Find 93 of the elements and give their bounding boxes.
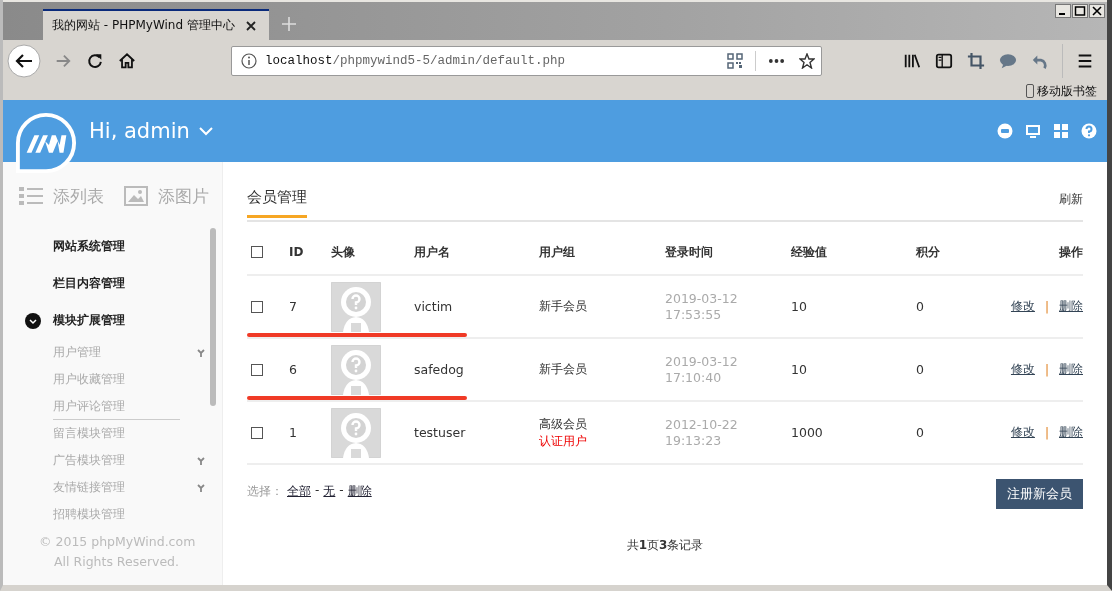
menu-item[interactable]: 栏目内容管理 (3, 265, 203, 302)
home-icon[interactable] (118, 52, 136, 70)
action-link[interactable]: 修改 (1010, 298, 1035, 315)
login-time: 2019-03-12 17:53:55 (665, 290, 739, 323)
pagination-text: 共1页3条记录 (625, 537, 705, 554)
caret-icon (197, 348, 205, 357)
selection-link[interactable]: 无 (323, 483, 336, 500)
reload-icon[interactable] (86, 52, 104, 70)
selection-link[interactable]: 全部 (287, 483, 311, 500)
table-cell-text: 1000 (791, 425, 824, 440)
caret-icon (197, 483, 205, 492)
panel-title: 会员管理 (247, 188, 307, 218)
table-cell-text: 6 (289, 362, 298, 377)
info-icon[interactable] (241, 53, 257, 69)
browser-tab[interactable]: 我的网站 - PHPMyWind 管理中心 (43, 9, 269, 40)
minimize-icon[interactable] (1055, 4, 1071, 18)
star-icon[interactable] (799, 53, 815, 69)
chevron-down-icon (197, 126, 214, 136)
qr-code-icon[interactable] (727, 53, 743, 69)
separator: - (315, 483, 320, 499)
library-icon[interactable] (903, 52, 921, 70)
image-icon (124, 186, 148, 206)
column-header: ID (289, 245, 305, 259)
address-bar[interactable]: localhost/phpmywind5-5/admin/default.php (231, 46, 822, 76)
row-checkbox[interactable] (251, 363, 263, 376)
register-button[interactable]: 注册新会员 (996, 479, 1083, 509)
collapse-icon (25, 312, 41, 329)
message-icon[interactable] (997, 123, 1013, 139)
crop-icon[interactable] (967, 52, 985, 70)
action-link[interactable]: 删除 (1059, 298, 1083, 315)
action-link[interactable]: 删除 (1059, 424, 1083, 441)
more-icon[interactable] (768, 58, 785, 64)
chat-icon[interactable] (999, 52, 1017, 70)
table-cell-text: 10 (791, 362, 808, 377)
back-icon[interactable] (7, 44, 41, 78)
selection-link[interactable]: 删除 (347, 483, 372, 500)
help-icon[interactable] (1081, 123, 1097, 139)
column-header: 经验值 (791, 243, 828, 261)
avatar-placeholder-icon (331, 344, 381, 395)
table-cell-text: 0 (916, 362, 925, 377)
user-group-label: 高级会员 (539, 415, 588, 433)
avatar-placeholder-icon (331, 407, 381, 458)
action-link[interactable]: 修改 (1010, 361, 1035, 378)
bookmark-item[interactable]: 移动版书签 (1026, 82, 1097, 100)
logo-icon[interactable] (15, 112, 77, 174)
sidebar-icon[interactable] (935, 52, 953, 70)
row-checkbox[interactable] (251, 426, 263, 439)
copyright-text: © 2015 phpMyWind.com (39, 533, 197, 551)
table-cell-text: 7 (289, 299, 298, 314)
column-header: 用户组 (539, 243, 576, 261)
separator: | (1044, 425, 1049, 440)
column-header: 操作 (1058, 243, 1083, 261)
action-link[interactable]: 修改 (1010, 424, 1035, 441)
scrollbar[interactable] (210, 228, 216, 406)
user-group-label: 认证用户 (539, 432, 588, 450)
column-header: 头像 (331, 243, 356, 261)
action-link[interactable]: 删除 (1059, 361, 1083, 378)
tab-title: 我的网站 - PHPMyWind 管理中心 (52, 17, 235, 34)
table-cell-text: 10 (791, 299, 808, 314)
grid-icon[interactable] (1053, 123, 1069, 139)
url-text: localhost/phpmywind5-5/admin/default.php (265, 54, 567, 68)
table-cell-text: safedog (414, 362, 465, 377)
monitor-icon[interactable] (1025, 123, 1041, 139)
login-time: 2012-10-22 19:13:23 (665, 416, 739, 449)
close-icon[interactable] (245, 19, 257, 32)
separator: - (339, 483, 344, 499)
user-group-label: 新手会员 (539, 298, 588, 315)
table-cell-text: victim (414, 299, 454, 314)
column-header: 积分 (916, 243, 941, 261)
separator: | (1044, 299, 1049, 314)
copyright-text: All Rights Reserved. (53, 553, 181, 571)
separator: | (1044, 362, 1049, 377)
table-cell-text: 0 (916, 299, 925, 314)
select-all-checkbox[interactable] (251, 246, 263, 258)
caret-icon (197, 456, 205, 465)
menu-icon[interactable] (1076, 52, 1094, 70)
avatar-placeholder-icon (331, 281, 381, 332)
table-cell-text: testuser (414, 425, 467, 440)
phone-icon (1026, 84, 1034, 98)
refresh-link[interactable]: 刷新 (1059, 191, 1083, 208)
login-time: 2019-03-12 17:10:40 (665, 353, 739, 386)
column-header: 登录时间 (665, 243, 714, 261)
selection-label: 选择： (247, 483, 283, 500)
menu-item[interactable]: 模块扩展管理 (3, 302, 203, 339)
close-icon[interactable] (1089, 4, 1105, 18)
user-group-label: 新手会员 (539, 361, 588, 378)
list-icon (19, 186, 43, 206)
column-header: 用户名 (414, 243, 451, 261)
table-cell-text: 1 (289, 425, 298, 440)
maximize-icon[interactable] (1072, 4, 1088, 18)
row-checkbox[interactable] (251, 300, 263, 313)
table-cell-text: 0 (916, 425, 925, 440)
menu-item[interactable]: 网站系统管理 (3, 228, 203, 265)
